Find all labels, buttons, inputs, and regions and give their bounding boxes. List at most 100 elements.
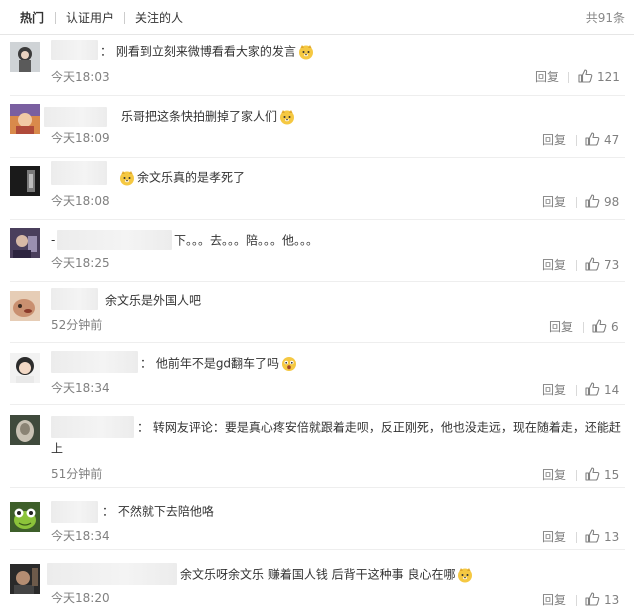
like-count: 73 bbox=[604, 258, 620, 272]
comment-item: ： 不然就下去陪他咯 今天18:34 回复 13 bbox=[0, 488, 634, 550]
username-redacted[interactable] bbox=[51, 501, 98, 523]
doge-emoji-icon bbox=[120, 170, 134, 185]
action-divider bbox=[576, 470, 577, 481]
comment-time: 今天18:34 bbox=[51, 529, 110, 543]
comment-tabs: 热门 认证用户 关注的人 共91条 bbox=[0, 0, 634, 35]
thumbs-up-icon bbox=[585, 592, 600, 606]
like-count: 13 bbox=[604, 593, 620, 607]
like-count: 13 bbox=[604, 530, 620, 544]
comment-text-prefix: - bbox=[51, 233, 56, 247]
comment-item: ： 他前年不是gd翻车了吗 今天18:34 回复 14 bbox=[0, 343, 634, 405]
doge-emoji-icon bbox=[458, 567, 473, 582]
comment-time: 今天18:20 bbox=[51, 591, 110, 605]
tab-verified[interactable]: 认证用户 bbox=[66, 10, 114, 26]
username-redacted[interactable] bbox=[47, 563, 177, 585]
comment-total-count: 共91条 bbox=[585, 11, 625, 25]
comment-time: 今天18:34 bbox=[51, 381, 110, 395]
username-redacted[interactable] bbox=[57, 230, 172, 250]
thumbs-up-icon bbox=[585, 529, 600, 543]
comment-item: 余文乐是外国人吧 52分钟前 回复 6 bbox=[0, 282, 634, 343]
comment-item: 余文乐呀余文乐 赚着国人钱 后背干这种事 良心在哪 今天18:20 回复 13 bbox=[0, 550, 634, 612]
comment-text: 下。。。去。。。陪。。。他。。。 bbox=[174, 233, 319, 248]
tab-divider bbox=[55, 12, 56, 24]
comment-text: ： 他前年不是gd翻车了吗 bbox=[140, 353, 297, 374]
like-button[interactable]: 14 bbox=[585, 382, 628, 398]
username-redacted[interactable] bbox=[44, 107, 107, 127]
tab-following[interactable]: 关注的人 bbox=[135, 10, 183, 26]
reply-button[interactable]: 回复 bbox=[535, 69, 559, 85]
avatar[interactable] bbox=[10, 104, 40, 134]
surprised-emoji-icon bbox=[282, 356, 297, 371]
reply-button[interactable]: 回复 bbox=[542, 592, 566, 608]
like-count: 47 bbox=[604, 133, 620, 147]
reply-button[interactable]: 回复 bbox=[542, 382, 566, 398]
like-button[interactable]: 13 bbox=[585, 592, 628, 608]
like-button[interactable]: 15 bbox=[585, 467, 628, 483]
comment-item: ： 转网友评论：要是真心疼安倍就跟着走呗，反正刚死，他也没走远，现在随着走，还能… bbox=[0, 405, 634, 488]
thumbs-up-icon bbox=[585, 194, 600, 208]
comment-text: ： 刚看到立刻来微博看看大家的发言 bbox=[100, 41, 314, 62]
doge-emoji-icon bbox=[298, 44, 313, 59]
comment-time: 51分钟前 bbox=[51, 467, 103, 481]
reply-button[interactable]: 回复 bbox=[542, 132, 566, 148]
comment-text: 乐哥把这条快拍删掉了家人们 bbox=[121, 106, 295, 127]
username-redacted[interactable] bbox=[51, 288, 98, 310]
thumbs-up-icon bbox=[592, 319, 607, 333]
avatar[interactable] bbox=[10, 228, 40, 258]
username-redacted[interactable] bbox=[51, 161, 107, 185]
comment-item: ： 刚看到立刻来微博看看大家的发言 今天18:03 回复 121 bbox=[0, 34, 634, 96]
like-button[interactable]: 98 bbox=[585, 194, 628, 210]
like-button[interactable]: 6 bbox=[592, 319, 628, 335]
avatar[interactable] bbox=[10, 502, 40, 532]
action-divider bbox=[576, 385, 577, 396]
action-divider bbox=[568, 72, 569, 83]
comment-text: ： 转网友评论：要是真心疼安倍就跟着走呗，反正刚死，他也没走远，现在随着走，还能… bbox=[51, 420, 621, 456]
reply-button[interactable]: 回复 bbox=[549, 319, 573, 335]
comment-time: 今天18:25 bbox=[51, 256, 110, 270]
action-divider bbox=[576, 595, 577, 606]
comment-time: 今天18:09 bbox=[51, 131, 110, 145]
action-divider bbox=[576, 135, 577, 146]
like-button[interactable]: 13 bbox=[585, 529, 628, 545]
comment-time: 今天18:08 bbox=[51, 194, 110, 208]
thumbs-up-icon bbox=[578, 69, 593, 83]
avatar[interactable] bbox=[10, 564, 40, 594]
avatar[interactable] bbox=[10, 353, 40, 383]
action-divider bbox=[576, 532, 577, 543]
like-button[interactable]: 73 bbox=[585, 257, 628, 273]
comment-time: 52分钟前 bbox=[51, 318, 103, 332]
thumbs-up-icon bbox=[585, 132, 600, 146]
like-count: 15 bbox=[604, 468, 620, 482]
comment-item: 乐哥把这条快拍删掉了家人们 今天18:09 回复 47 bbox=[0, 96, 634, 158]
like-button[interactable]: 121 bbox=[578, 69, 628, 85]
avatar[interactable] bbox=[10, 42, 40, 72]
username-redacted[interactable] bbox=[51, 351, 138, 373]
comment-text: 余文乐真的是孝死了 bbox=[119, 167, 245, 188]
like-count: 98 bbox=[604, 195, 620, 209]
comment-text: 余文乐是外国人吧 bbox=[105, 293, 202, 308]
reply-button[interactable]: 回复 bbox=[542, 467, 566, 483]
action-divider bbox=[576, 197, 577, 208]
thumbs-up-icon bbox=[585, 382, 600, 396]
action-divider bbox=[583, 322, 584, 333]
comment-time: 今天18:03 bbox=[51, 70, 110, 84]
reply-button[interactable]: 回复 bbox=[542, 529, 566, 545]
username-redacted[interactable] bbox=[51, 40, 98, 60]
reply-button[interactable]: 回复 bbox=[542, 257, 566, 273]
action-divider bbox=[576, 260, 577, 271]
tab-hot[interactable]: 热门 bbox=[20, 10, 44, 26]
comment-item: 余文乐真的是孝死了 今天18:08 回复 98 bbox=[0, 158, 634, 220]
avatar[interactable] bbox=[10, 291, 40, 321]
avatar[interactable] bbox=[10, 415, 40, 445]
like-count: 6 bbox=[611, 320, 619, 334]
thumbs-up-icon bbox=[585, 257, 600, 271]
tab-divider bbox=[124, 12, 125, 24]
doge-emoji-icon bbox=[280, 109, 295, 124]
like-count: 121 bbox=[597, 70, 620, 84]
thumbs-up-icon bbox=[585, 467, 600, 481]
reply-button[interactable]: 回复 bbox=[542, 194, 566, 210]
avatar[interactable] bbox=[10, 166, 40, 196]
comment-item: - 下。。。去。。。陪。。。他。。。 今天18:25 回复 73 bbox=[0, 220, 634, 282]
like-button[interactable]: 47 bbox=[585, 132, 628, 148]
comment-text: ： 不然就下去陪他咯 bbox=[102, 504, 214, 519]
